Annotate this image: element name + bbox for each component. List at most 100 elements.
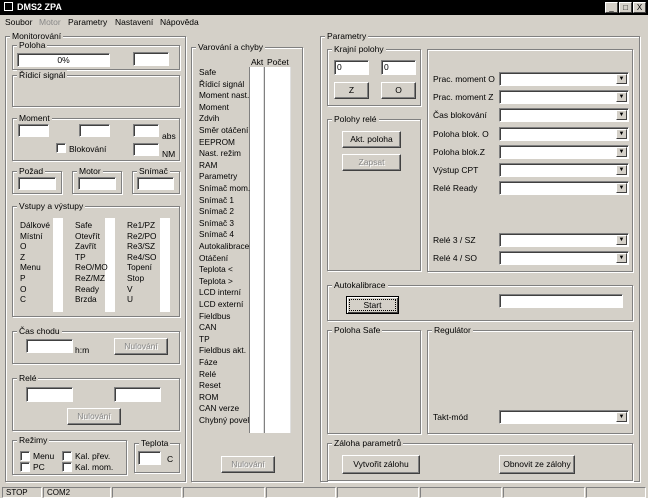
- autokalibrace-field: [499, 294, 623, 308]
- errors-reset-button[interactable]: Nulování: [221, 456, 275, 473]
- io-indicator-col-1: [53, 218, 63, 312]
- io-signal-label: Brzda: [75, 294, 97, 305]
- errors-akt-column: [249, 67, 264, 433]
- rezim-kal-prev-checkbox[interactable]: [62, 451, 72, 461]
- io-output-label: V: [127, 283, 133, 294]
- io-input-label: Menu: [20, 262, 41, 273]
- zapsat-button[interactable]: Zapsat: [342, 154, 401, 171]
- regulator-title: Regulátor: [432, 325, 473, 335]
- close-button[interactable]: X: [633, 2, 646, 13]
- ridici-signal-group: Řídicí signál: [12, 70, 180, 107]
- takt-mod-label: Takt-mód: [433, 412, 468, 422]
- minimize-button[interactable]: _: [605, 2, 618, 13]
- io-output-label: Re2/PO: [127, 230, 157, 241]
- error-row-label: Autokalibrace: [199, 241, 250, 251]
- menu-parametry[interactable]: Parametry: [68, 17, 107, 27]
- io-signal-label: ReO/MO: [75, 262, 108, 273]
- menu-motor[interactable]: Motor: [39, 17, 61, 27]
- param-label: Relé 3 / SZ: [433, 235, 476, 245]
- param-label: Prac. moment Z: [433, 92, 494, 103]
- vytvorit-zalohu-button[interactable]: Vytvořit zálohu: [342, 455, 420, 474]
- snimac-title: Snímač: [137, 166, 170, 176]
- param-select[interactable]: ▼: [499, 181, 629, 196]
- io-output-label: Re3/SZ: [127, 241, 156, 252]
- error-row-label: Relé: [199, 368, 217, 379]
- teplota-unit: C: [167, 454, 174, 464]
- moment-nm-field: [133, 143, 159, 156]
- param-select[interactable]: ▼: [499, 251, 629, 265]
- krajni-poloha-left-field[interactable]: 0: [334, 60, 369, 75]
- io-signal-label: Safe: [75, 220, 93, 230]
- rezim-pc-checkbox[interactable]: [20, 462, 30, 472]
- io-input-label: Z: [20, 251, 26, 262]
- takt-mod-select[interactable]: ▼: [499, 410, 629, 424]
- window-title: DMS2 ZPA: [17, 2, 62, 12]
- chevron-down-icon: ▼: [616, 128, 627, 139]
- error-row-label: RAM: [199, 159, 218, 170]
- krajni-poloha-right-field[interactable]: 0: [381, 60, 416, 75]
- rezim-kal-mom-checkbox[interactable]: [62, 462, 72, 472]
- param-label: Poloha blok.Z: [433, 146, 485, 157]
- chevron-down-icon: ▼: [616, 110, 627, 121]
- cas-chodu-unit: h:m: [75, 345, 90, 355]
- param-select[interactable]: ▼: [499, 144, 629, 159]
- autokalibrace-start-button[interactable]: Start: [346, 296, 399, 314]
- rele-field-1: [26, 387, 73, 402]
- error-row-label: Snímač 4: [199, 229, 235, 240]
- blokovani-checkbox[interactable]: [56, 143, 66, 153]
- error-row-label: Snímač 2: [199, 206, 235, 217]
- poloha-secondary-field: [133, 52, 169, 66]
- error-row-label: Reset: [199, 380, 221, 391]
- chevron-down-icon: ▼: [616, 412, 627, 422]
- menu-soubor[interactable]: Soubor: [5, 17, 32, 27]
- io-indicator-col-3: [160, 218, 170, 312]
- autokalibrace-title: Autokalibrace: [332, 280, 388, 290]
- error-row-label: Teplota >: [199, 275, 233, 286]
- pozad-field: [18, 177, 56, 190]
- error-row-label: LCD interní: [199, 287, 241, 298]
- poloha-safe-title: Poloha Safe: [332, 325, 383, 335]
- chevron-down-icon: ▼: [616, 183, 627, 194]
- cas-chodu-field: [26, 339, 73, 353]
- blokovani-label: Blokování: [69, 144, 107, 154]
- menu-napoveda[interactable]: Nápověda: [160, 17, 199, 27]
- status-cell-4: [183, 487, 265, 498]
- param-select[interactable]: ▼: [499, 90, 629, 105]
- status-cell-9: [586, 487, 646, 498]
- param-select[interactable]: ▼: [499, 163, 629, 177]
- chevron-down-icon: ▼: [616, 74, 627, 84]
- error-row-label: Otáčení: [199, 252, 229, 263]
- title-bar: DMS2 ZPA: [0, 0, 648, 15]
- error-row-label: TP: [199, 333, 210, 344]
- status-bar: STOP COM2: [0, 486, 648, 498]
- menu-bar: Soubor Motor Parametry Nastavení Nápověd…: [0, 15, 648, 30]
- io-input-label: C: [20, 294, 26, 305]
- io-input-label: O: [20, 283, 27, 294]
- obnovit-ze-zalohy-button[interactable]: Obnovit ze zálohy: [499, 455, 575, 474]
- chevron-down-icon: ▼: [616, 92, 627, 103]
- param-label: Relé Ready: [433, 183, 478, 194]
- maximize-button[interactable]: □: [619, 2, 632, 13]
- rele-reset-button[interactable]: Nulování: [67, 408, 121, 425]
- rezim-menu-checkbox[interactable]: [20, 451, 30, 461]
- rezim-kal-prev-label: Kal. přev.: [75, 451, 111, 461]
- akt-poloha-button[interactable]: Akt. poloha: [342, 131, 401, 148]
- status-cell-6: [337, 487, 419, 498]
- param-label: Poloha blok. O: [433, 128, 489, 139]
- io-output-label: Stop: [127, 273, 145, 283]
- param-select[interactable]: ▼: [499, 233, 629, 247]
- param-select[interactable]: ▼: [499, 72, 629, 86]
- param-select[interactable]: ▼: [499, 108, 629, 123]
- teplota-field: [138, 451, 161, 465]
- krajni-poloha-o-button[interactable]: O: [381, 82, 416, 99]
- cas-chodu-reset-button[interactable]: Nulování: [114, 338, 168, 355]
- error-row-label: Směr otáčení: [199, 125, 249, 135]
- moment-field-2: [79, 124, 110, 137]
- pozad-title: Požad: [17, 166, 46, 176]
- krajni-polohy-title: Krajní polohy: [332, 44, 386, 54]
- menu-nastaveni[interactable]: Nastavení: [115, 17, 153, 27]
- param-select[interactable]: ▼: [499, 126, 629, 141]
- krajni-poloha-z-button[interactable]: Z: [334, 82, 369, 99]
- status-cell-8: [503, 487, 585, 498]
- io-signal-label: Ready: [75, 283, 99, 294]
